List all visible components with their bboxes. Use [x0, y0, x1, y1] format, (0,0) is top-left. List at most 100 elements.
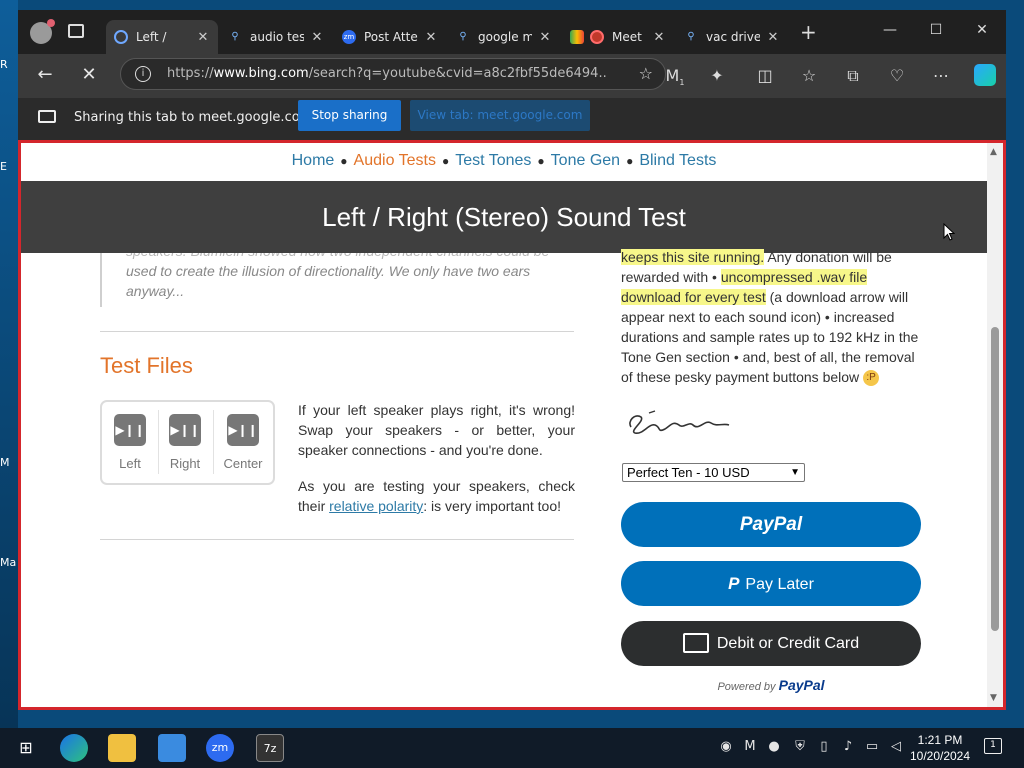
search-icon: ⚲ [231, 31, 239, 42]
nav-blind-tests[interactable]: Blind Tests [639, 152, 716, 169]
nav-audio-tests[interactable]: Audio Tests [354, 152, 436, 169]
scroll-up-icon[interactable]: ▲ [990, 147, 997, 157]
audio-player: ▶❙❙ Left ▶❙❙ Right ▶❙❙ Center [100, 400, 275, 485]
pay-later-button[interactable]: P Pay Later [621, 561, 921, 606]
stop-sharing-button[interactable]: Stop sharing [298, 100, 401, 131]
relative-polarity-link[interactable]: relative polarity [329, 498, 423, 514]
taskbar: ⊞ zm 7z ◉ M ● ⛨ ▯ ♪ ▭ ◁ 1:21 PM 10/20/20… [0, 728, 1024, 768]
test-files-heading: Test Files [100, 353, 193, 378]
start-button-icon[interactable]: ⊞ [12, 734, 40, 762]
desktop-icon-label[interactable]: R [0, 58, 8, 71]
favorites-icon[interactable]: ☆ [798, 66, 820, 85]
close-tab-icon[interactable]: ✕ [196, 30, 210, 45]
signature-image [629, 410, 730, 434]
site-info-icon[interactable]: i [135, 66, 151, 82]
browser-window: Left / ✕ ⚲ audio test ✕ zm Post Atter ✕ … [18, 10, 1006, 710]
close-tab-icon[interactable]: ✕ [310, 30, 324, 45]
tongue-emoji-icon: :P [863, 370, 880, 387]
close-tab-icon[interactable]: ✕ [652, 30, 666, 45]
donation-text: keeps this site running. Any donation wi… [621, 249, 919, 387]
play-pause-icon[interactable]: ▶❙❙ [169, 414, 201, 446]
scroll-down-icon[interactable]: ▼ [990, 693, 997, 703]
quote-block: speakers. Blumlein showed how two indepe… [100, 253, 570, 307]
tab-left-right-test[interactable]: Left / ✕ [106, 20, 218, 54]
meet-tray-icon[interactable]: ● [766, 739, 782, 754]
browser-essentials-icon[interactable]: ♡ [886, 66, 908, 85]
mouse-cursor-icon [943, 223, 955, 241]
stop-loading-button[interactable]: ✕ [78, 64, 100, 85]
page-title: Left / Right (Stereo) Sound Test [21, 181, 987, 253]
favorite-star-icon[interactable]: ☆ [639, 64, 653, 83]
volume-icon[interactable]: ◁ [888, 739, 904, 754]
tab-sharing-bar: Sharing this tab to meet.google.com Stop… [18, 98, 1006, 140]
extension-m-icon[interactable]: M1 [664, 66, 686, 87]
usb-tray-icon[interactable]: ▯ [816, 739, 832, 754]
chevron-down-icon: ▼ [790, 467, 800, 478]
play-pause-icon[interactable]: ▶❙❙ [227, 414, 259, 446]
tab-label: Post Atter [364, 30, 418, 44]
desktop-icon-label[interactable]: Ma [0, 556, 16, 569]
network-icon[interactable]: ▭ [864, 739, 880, 754]
desktop-background [0, 0, 18, 728]
address-bar[interactable]: i https://www.bing.com/search?q=youtube&… [120, 58, 666, 90]
minimize-button[interactable]: — [880, 22, 900, 38]
tab-label: audio test [250, 30, 304, 44]
close-tab-icon[interactable]: ✕ [538, 30, 552, 45]
maximize-button[interactable]: ☐ [926, 22, 946, 38]
player-left[interactable]: ▶❙❙ Left [102, 410, 158, 471]
screen-share-icon [38, 110, 56, 123]
play-pause-icon[interactable]: ▶❙❙ [114, 414, 146, 446]
search-icon: ⚲ [687, 31, 695, 42]
view-shared-tab-button[interactable]: View tab: meet.google.com [410, 100, 590, 131]
collections-icon[interactable]: ⧉ [842, 66, 864, 86]
tab-google[interactable]: ⚲ google m ✕ [448, 20, 560, 54]
paypal-button[interactable]: PayPal [621, 502, 921, 547]
meet-icon [570, 30, 584, 44]
zoom-icon: zm [342, 30, 356, 44]
sharing-status-text: Sharing this tab to meet.google.com [74, 110, 313, 125]
close-tab-icon[interactable]: ✕ [424, 30, 438, 45]
more-menu-icon[interactable]: ⋯ [930, 66, 952, 85]
microphone-icon[interactable]: ♪ [840, 739, 856, 754]
back-button[interactable]: ← [34, 64, 56, 85]
url-text[interactable]: https://www.bing.com/search?q=youtube&cv… [167, 66, 607, 81]
profile-avatar[interactable] [30, 19, 55, 44]
system-clock[interactable]: 1:21 PM 10/20/2024 [908, 732, 972, 764]
debit-credit-card-button[interactable]: Debit or Credit Card [621, 621, 921, 666]
tab-post-attendee[interactable]: zm Post Atter ✕ [334, 20, 446, 54]
m-tray-icon[interactable]: M [742, 739, 758, 754]
page-scrollbar[interactable]: ▲ ▼ [987, 143, 1003, 707]
notification-icon[interactable]: 1 [984, 738, 1002, 754]
scrollbar-thumb[interactable] [991, 327, 999, 631]
player-right[interactable]: ▶❙❙ Right [157, 410, 213, 471]
store-icon[interactable] [158, 734, 186, 762]
desktop-icon-label[interactable]: E [0, 160, 7, 173]
tab-audio-test[interactable]: ⚲ audio test ✕ [220, 20, 332, 54]
recording-icon [590, 30, 604, 44]
file-explorer-icon[interactable] [108, 734, 136, 762]
new-tab-button[interactable]: + [800, 22, 817, 42]
player-center[interactable]: ▶❙❙ Center [215, 410, 271, 471]
powered-by-paypal: Powered by PayPal [717, 677, 825, 693]
edge-icon[interactable] [60, 734, 88, 762]
desktop-icon-label[interactable]: M [0, 456, 10, 469]
tab-vac-driver[interactable]: ⚲ vac driver ✕ [676, 20, 788, 54]
extensions-puzzle-icon[interactable]: ✦ [706, 66, 728, 85]
7zip-icon[interactable]: 7z [256, 734, 284, 762]
nav-home[interactable]: Home [292, 152, 335, 169]
tab-label: Left / [136, 30, 167, 44]
tab-actions-icon[interactable] [68, 24, 84, 38]
divider [100, 539, 574, 540]
close-tab-icon[interactable]: ✕ [766, 30, 780, 45]
copilot-icon[interactable] [974, 64, 996, 86]
zoom-tray-icon[interactable]: ◉ [718, 739, 734, 754]
tab-meet[interactable]: Meet ✕ [562, 20, 674, 54]
close-window-button[interactable]: ✕ [972, 22, 992, 38]
donation-amount-select[interactable]: Perfect Ten - 10 USD ▼ [622, 463, 805, 482]
test-description: If your left speaker plays right, it's w… [298, 402, 575, 514]
security-tray-icon[interactable]: ⛨ [792, 739, 808, 754]
zoom-icon[interactable]: zm [206, 734, 234, 762]
nav-test-tones[interactable]: Test Tones [455, 152, 531, 169]
nav-tone-gen[interactable]: Tone Gen [551, 152, 620, 169]
split-screen-icon[interactable]: ◫ [754, 66, 776, 85]
